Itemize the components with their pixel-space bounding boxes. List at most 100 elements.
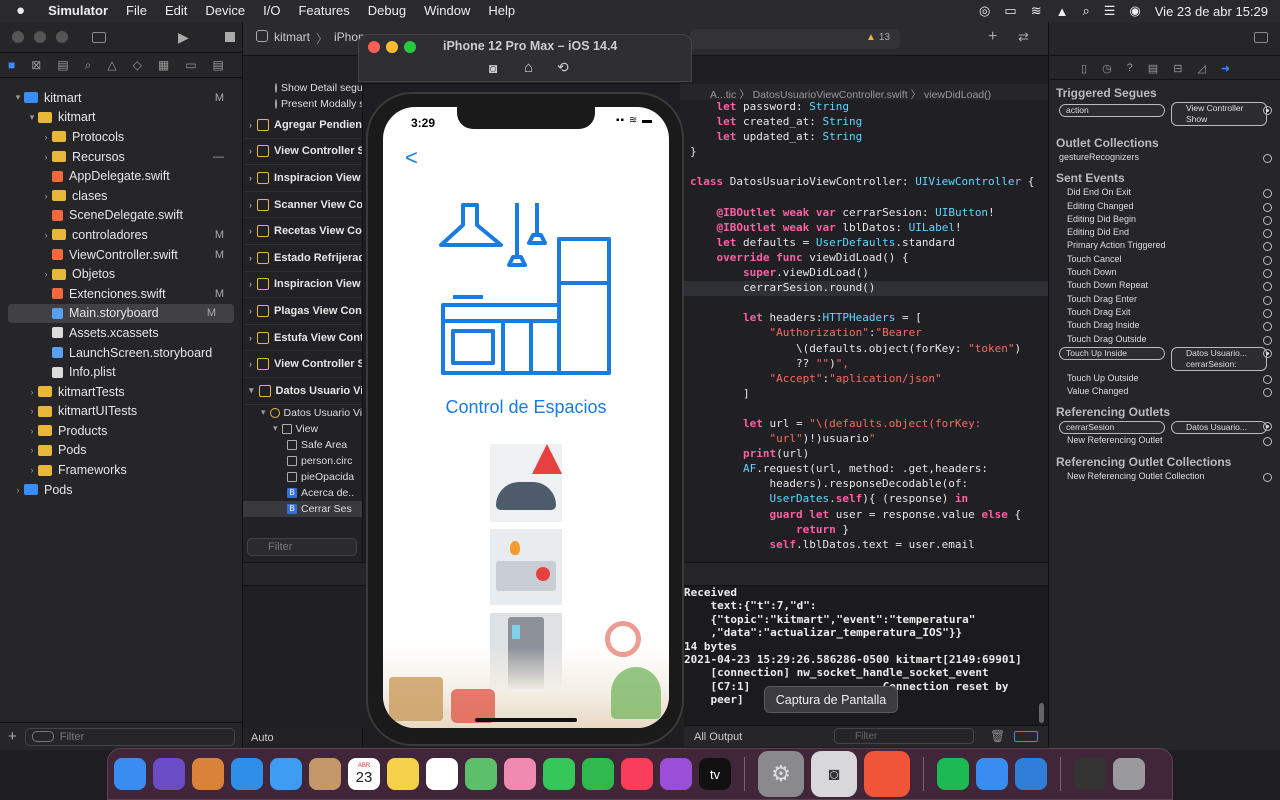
safari-icon[interactable] — [231, 758, 263, 790]
file-tree-item[interactable]: SceneDelegate.swift — [0, 206, 242, 226]
console-output-selector[interactable]: All Output — [694, 731, 742, 743]
code-line[interactable]: AF.request(url, method: .get,headers: — [680, 462, 1048, 477]
plagas-button[interactable] — [490, 444, 562, 522]
code-line[interactable]: \(defaults.object(forKey: "token") — [680, 342, 1048, 357]
minimize-window-button[interactable] — [34, 31, 46, 43]
facetime-icon[interactable] — [582, 758, 614, 790]
outline-element[interactable]: person.circ — [243, 453, 362, 469]
code-line[interactable] — [680, 160, 1048, 175]
outline-element[interactable]: ▾ Datos Usuario Vi — [243, 405, 362, 421]
event-connection-circle[interactable] — [1263, 388, 1272, 398]
disclosure-icon[interactable]: › — [26, 426, 38, 436]
segue-target-pill[interactable]: View Controller Show — [1171, 102, 1267, 126]
event-connection-circle[interactable] — [1263, 308, 1272, 318]
disclosure-icon[interactable]: ▾ — [273, 423, 278, 434]
symbol-navigator-tab-icon[interactable]: ▤ — [57, 58, 68, 72]
disclosure-icon[interactable]: › — [249, 253, 252, 263]
code-line[interactable]: } — [680, 145, 1048, 160]
project-navigator-tab-icon[interactable]: ■ — [8, 58, 15, 72]
disclosure-icon[interactable]: › — [12, 485, 24, 495]
disclosure-icon[interactable]: › — [249, 120, 252, 130]
activity-monitor-icon[interactable] — [1074, 758, 1106, 790]
attributes-inspector-icon[interactable]: ⊟ — [1173, 62, 1182, 79]
file-tree-item[interactable]: › Pods — [0, 480, 242, 500]
xcode-beta-icon[interactable] — [1015, 758, 1047, 790]
ref-outlet-target-pill[interactable]: Datos Usuario... — [1171, 421, 1267, 435]
ref-outlet-pill[interactable]: cerrarSesion — [1059, 421, 1165, 435]
code-line[interactable] — [680, 191, 1048, 206]
code-line[interactable]: let headers:HTTPHeaders = [ — [680, 311, 1048, 326]
file-tree-item[interactable]: ▾ kitmart M — [0, 88, 242, 108]
event-connection-circle[interactable] — [1263, 255, 1272, 265]
menu-help[interactable]: Help — [479, 0, 524, 22]
navigator-filter-input[interactable]: Filter — [24, 727, 235, 746]
console-filter-input[interactable]: Filter — [834, 728, 974, 744]
trash-icon[interactable] — [1113, 758, 1145, 790]
menu-debug[interactable]: Debug — [359, 0, 415, 22]
debug-navigator-tab-icon[interactable]: ▦ — [158, 58, 169, 72]
gesture-connection-circle[interactable] — [1263, 154, 1272, 163]
outline-scene[interactable]: › View Controller Sc — [243, 351, 362, 378]
breakpoint-navigator-tab-icon[interactable]: ▭ — [185, 58, 196, 72]
outline-segue-item[interactable]: Present Modally se... — [275, 96, 362, 112]
mail-icon[interactable] — [270, 758, 302, 790]
warning-badge[interactable]: ▲ 13 — [866, 32, 890, 43]
code-line[interactable]: class DatosUsuarioViewController: UIView… — [680, 175, 1048, 190]
home-indicator[interactable] — [475, 718, 577, 722]
zoom-window-button[interactable] — [56, 31, 68, 43]
outline-segue-item[interactable]: Show Detail segue to... — [275, 80, 362, 96]
appletv-icon[interactable]: tv — [699, 758, 731, 790]
disclosure-icon[interactable]: › — [249, 200, 252, 210]
file-tree-item[interactable]: ViewController.swift M — [0, 245, 242, 265]
siri-icon[interactable] — [153, 758, 185, 790]
run-button[interactable]: ▶ — [178, 29, 189, 46]
menu-io[interactable]: I/O — [254, 0, 289, 22]
event-connection-circle[interactable] — [1263, 295, 1272, 305]
outline-filter-input[interactable]: Filter — [247, 538, 357, 556]
sim-close-button[interactable] — [368, 41, 380, 53]
ref-outlet-circle[interactable] — [1263, 422, 1272, 432]
code-line[interactable]: ] — [680, 387, 1048, 402]
disclosure-icon[interactable]: › — [26, 406, 38, 416]
file-tree-item[interactable]: Info.plist — [0, 362, 242, 382]
code-editor[interactable]: let password: String let created_at: Str… — [680, 100, 1048, 562]
outline-element[interactable]: pieOpacida — [243, 469, 362, 485]
disclosure-icon[interactable]: ▾ — [26, 112, 38, 123]
event-connection-circle[interactable] — [1263, 189, 1272, 199]
code-line[interactable]: "Accept":"aplication/json" — [680, 372, 1048, 387]
file-tree-item[interactable]: › kitmartTests — [0, 382, 242, 402]
quick-help-icon[interactable]: ? — [1127, 62, 1133, 79]
code-line[interactable]: ?? "")", — [680, 357, 1048, 372]
battery-icon[interactable]: ▭ — [1004, 3, 1016, 19]
event-connection-circle[interactable] — [1263, 348, 1272, 358]
code-line[interactable]: let updated_at: String — [680, 130, 1048, 145]
menu-features[interactable]: Features — [289, 0, 358, 22]
toggle-layout-icon[interactable]: ⇄ — [1018, 29, 1029, 45]
identity-inspector-icon[interactable]: ▤ — [1148, 62, 1158, 79]
sim-screenshot-icon[interactable]: ◙ — [489, 60, 497, 76]
event-connection-circle[interactable] — [1263, 202, 1272, 212]
outline-scene[interactable]: › Recetas View Con — [243, 218, 362, 245]
event-connection-circle[interactable] — [1263, 322, 1272, 332]
disclosure-icon[interactable]: › — [40, 230, 52, 240]
reminders-icon[interactable] — [426, 758, 458, 790]
event-connection-circle[interactable] — [1263, 374, 1272, 384]
touch-up-inside-pill[interactable]: Touch Up Inside — [1059, 346, 1165, 360]
split-view-icon[interactable] — [1014, 731, 1038, 742]
code-line[interactable]: guard let user = response.value else { — [680, 508, 1048, 523]
event-connection-circle[interactable] — [1263, 282, 1272, 292]
report-navigator-tab-icon[interactable]: ▤ — [213, 58, 224, 72]
xcode-icon[interactable] — [976, 758, 1008, 790]
disclosure-icon[interactable]: › — [249, 279, 252, 289]
code-line[interactable]: UserDates.self){ (response) in — [680, 492, 1048, 507]
file-tree-item[interactable]: Main.storyboard M — [8, 303, 234, 324]
event-connection-circle[interactable] — [1263, 242, 1272, 252]
file-tree-item[interactable]: Assets.xcassets — [0, 323, 242, 343]
disclosure-icon[interactable]: ▾ — [249, 385, 254, 396]
disclosure-icon[interactable]: › — [249, 226, 252, 236]
segue-action-pill[interactable]: action — [1059, 104, 1165, 117]
music-icon[interactable] — [621, 758, 653, 790]
zoom-control[interactable]: Auto — [251, 732, 274, 744]
event-connection-circle[interactable] — [1263, 215, 1272, 225]
menu-file[interactable]: File — [117, 0, 156, 22]
